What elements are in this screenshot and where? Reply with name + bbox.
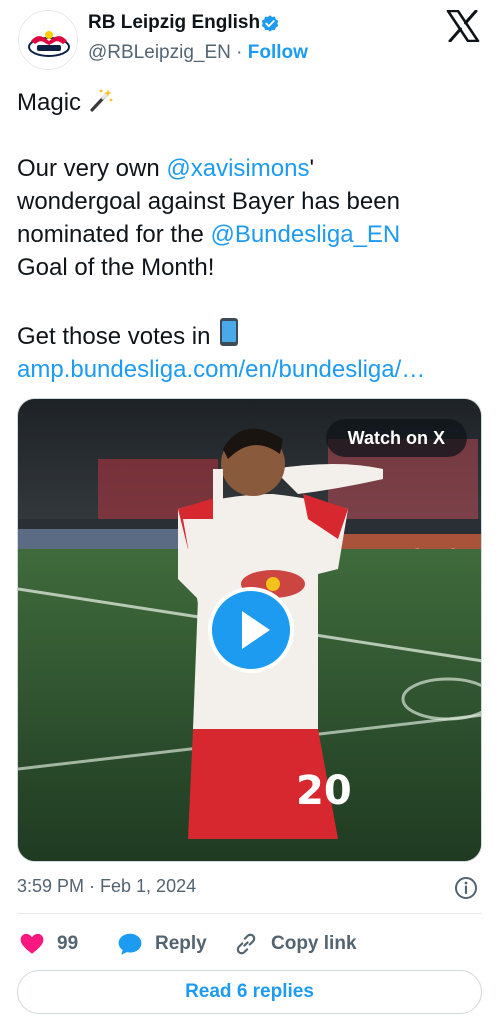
tweet-timestamp[interactable]: 3:59 PM · Feb 1, 2024 bbox=[17, 876, 196, 897]
info-icon[interactable] bbox=[454, 876, 478, 900]
tweet-line-4: nominated for the @Bundesliga_EN bbox=[17, 218, 487, 251]
tweet-line-1: Magic bbox=[17, 86, 487, 119]
verified-badge-icon bbox=[261, 15, 279, 32]
reply-button[interactable]: Reply bbox=[117, 926, 207, 962]
play-button[interactable] bbox=[208, 587, 294, 673]
x-logo-icon[interactable] bbox=[446, 10, 480, 42]
tweet-line-2-suffix: ' bbox=[309, 155, 315, 182]
rb-leipzig-logo-icon[interactable] bbox=[18, 10, 78, 70]
copy-link-button[interactable]: Copy link bbox=[233, 926, 357, 962]
handle-separator: · bbox=[230, 42, 248, 63]
tweet-line-4-text: nominated for the bbox=[17, 221, 211, 248]
action-bar: 99 Reply Copy link bbox=[17, 926, 482, 962]
tweet-line-6-text: Get those votes in bbox=[17, 323, 211, 350]
heart-icon bbox=[20, 933, 44, 954]
divider bbox=[17, 913, 482, 914]
handle-row: @RBLeipzig_EN · Follow bbox=[88, 42, 308, 64]
tweet-line-5: Goal of the Month! bbox=[17, 254, 215, 281]
bundesliga-link[interactable]: amp.bundesliga.com/en/bundesliga/… bbox=[17, 356, 425, 383]
tweet-line-1-text: Magic bbox=[17, 89, 82, 116]
magic-wand-icon bbox=[90, 89, 113, 112]
tweet-line-2: Our very own @xavisimons' bbox=[17, 152, 487, 185]
mention-bundesliga[interactable]: @Bundesliga_EN bbox=[210, 221, 400, 248]
reply-label: Reply bbox=[155, 933, 207, 954]
mention-xavisimons[interactable]: @xavisimons bbox=[166, 155, 309, 182]
link-icon bbox=[236, 933, 256, 955]
watch-on-x-button[interactable]: Watch on X bbox=[325, 419, 467, 457]
tweet-header: RB Leipzig English @RBLeipzig_EN · Follo… bbox=[0, 0, 500, 80]
account-handle[interactable]: @RBLeipzig_EN bbox=[88, 42, 231, 63]
video-media[interactable]: ww.ekd-s 20 Watch on X bbox=[17, 398, 482, 862]
shirt-number: 20 bbox=[296, 768, 352, 814]
like-count: 99 bbox=[57, 933, 79, 954]
follow-button[interactable]: Follow bbox=[248, 42, 308, 63]
tweet-line-6: Get those votes in bbox=[17, 317, 487, 353]
play-icon bbox=[242, 611, 270, 649]
tweet-link-line: amp.bundesliga.com/en/bundesliga/… bbox=[17, 353, 487, 386]
copy-link-label: Copy link bbox=[271, 933, 357, 954]
mobile-phone-icon bbox=[220, 318, 239, 346]
like-button[interactable]: 99 bbox=[19, 926, 78, 962]
tweet-text: Magic Our very own @xavisimons' wondergo… bbox=[17, 86, 487, 386]
reply-bubble-icon bbox=[118, 933, 142, 955]
tweet-line-2-text: Our very own bbox=[17, 155, 167, 182]
account-name[interactable]: RB Leipzig English bbox=[88, 12, 260, 34]
read-replies-button[interactable]: Read 6 replies bbox=[17, 970, 482, 1014]
tweet-line-3: wondergoal against Bayer has been bbox=[17, 188, 400, 215]
